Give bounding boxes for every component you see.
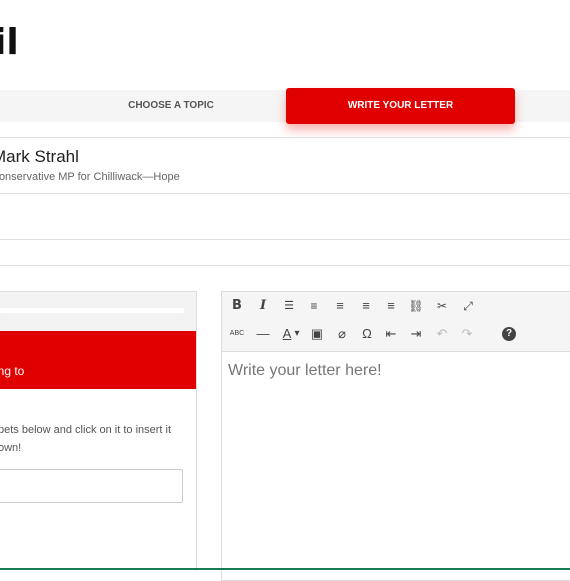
align-left-icon[interactable]: ≡ [331,297,349,315]
italic-icon[interactable]: I [254,297,272,315]
indent-icon[interactable]: ⇥ [407,325,425,343]
horizontal-rule-icon[interactable]: — [254,325,272,343]
help-icon[interactable]: ? [502,327,516,341]
recipient-description: Conservative MP for Chilliwack—Hope [0,171,180,183]
snippet-search-input[interactable] [0,469,183,503]
numbered-list-icon[interactable]: ≡ [305,297,323,315]
bold-icon[interactable]: B [228,297,246,315]
editor-placeholder: Write your letter here! [228,362,382,379]
align-center-icon[interactable]: ≡ [357,297,375,315]
divider [0,193,570,194]
snippets-help-text: pets below and click on it to insert it [0,424,172,436]
clear-formatting-icon[interactable]: ⌀ [333,325,351,343]
divider [0,239,570,240]
snippets-banner [0,331,196,389]
recipient-name: Mark Strahl [0,147,79,166]
snippets-banner-text: ing to [0,364,25,378]
snippets-progress-bar [0,308,184,313]
outdent-icon[interactable]: ⇤ [382,325,400,343]
snippets-help-text-2: own! [0,442,22,454]
unlink-icon[interactable]: ✂ [433,297,451,315]
redo-icon[interactable]: ↷ [458,325,476,343]
paste-text-icon[interactable]: ▣ [308,325,326,343]
chevron-down-icon[interactable]: ▾ [292,325,302,343]
undo-icon[interactable]: ↶ [433,325,451,343]
bullet-list-icon[interactable]: ☰ [280,297,298,315]
link-icon[interactable]: ⛓ [407,297,425,315]
fullscreen-icon[interactable]: ⤢ [459,297,477,315]
align-right-icon[interactable]: ≡ [382,297,400,315]
strikethrough-icon[interactable]: ABC [228,325,246,343]
divider [0,137,570,138]
tab-write-letter[interactable]: WRITE YOUR LETTER [286,88,515,124]
divider [0,265,570,266]
page-title: il [0,22,19,63]
editor-toolbar: B I ☰ ≡ ≡ ≡ ≡ ⛓ ✂ ⤢ ABC — A ▾ ▣ ⌀ Ω ⇤ ⇥ … [222,292,570,352]
special-character-icon[interactable]: Ω [358,325,376,343]
